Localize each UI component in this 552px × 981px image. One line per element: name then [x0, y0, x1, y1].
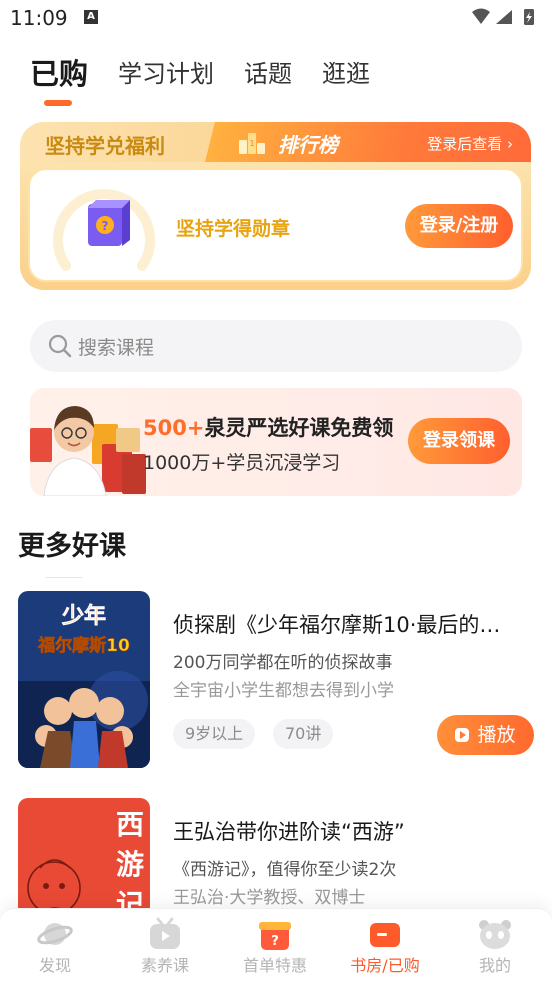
nav-item-literacy[interactable]: 素养课: [110, 909, 220, 981]
svg-text:?: ?: [102, 219, 109, 233]
nav-label: 我的: [478, 956, 511, 975]
search-placeholder: 搜索课程: [78, 337, 155, 359]
course-tag-age: 9岁以上: [173, 719, 256, 749]
claim-course-button[interactable]: 登录领课: [408, 418, 510, 464]
panda-icon: [479, 920, 511, 949]
bookshelf-icon: [370, 923, 400, 947]
nav-label: 发现: [38, 956, 71, 975]
nav-item-discover[interactable]: 发现: [0, 909, 110, 981]
tab-purchased[interactable]: 已购: [30, 56, 88, 92]
course-cover-image: 少年 福尔摩斯10: [18, 591, 150, 768]
course-description: 王弘治·大学教授、双博士: [173, 888, 366, 908]
course-item[interactable]: 少年 福尔摩斯10 侦探剧《少年福尔摩斯10·最后的… 200万同学都在听的侦探…: [18, 591, 538, 771]
perks-card: 坚持学兑福利 1 排行榜 登录后查看 › ? 坚持学得勋章 登录/注册: [20, 122, 531, 290]
tab-browse[interactable]: 逛逛: [322, 56, 370, 92]
tab-study-plan[interactable]: 学习计划: [118, 56, 214, 92]
promo-headline-text: 泉灵严选好课免费领: [204, 416, 394, 440]
gift-icon: ?: [259, 922, 291, 950]
course-subtitle: 200万同学都在听的侦探故事: [173, 653, 393, 673]
promo-headline: 500+泉灵严选好课免费领: [143, 412, 393, 442]
badge-icon: ?: [53, 189, 155, 271]
top-tabs: 已购 学习计划 话题 逛逛: [30, 52, 370, 92]
login-to-view-link[interactable]: 登录后查看 ›: [427, 133, 513, 154]
cover-char-2: 游: [116, 848, 144, 881]
wifi-icon: [472, 8, 490, 24]
svg-text:?: ?: [271, 934, 279, 949]
cover-title-line2: 福尔摩斯10: [37, 635, 130, 656]
play-button[interactable]: 播放: [437, 715, 534, 755]
section-title: 更多好课: [18, 531, 126, 562]
status-icons: [472, 8, 534, 25]
nav-item-me[interactable]: 我的: [440, 909, 550, 981]
perks-title: 坚持学兑福利: [45, 134, 165, 158]
status-bar: 11:09 A: [0, 0, 552, 36]
course-description: 全宇宙小学生都想去得到小学: [173, 681, 394, 701]
divider: [46, 577, 82, 578]
nav-label: 素养课: [140, 956, 189, 975]
login-register-button[interactable]: 登录/注册: [405, 204, 513, 248]
status-time: 11:09: [10, 6, 68, 30]
promo-banner[interactable]: 500+泉灵严选好课免费领 1000万+学员沉浸学习 登录领课: [30, 388, 522, 496]
search-icon: [48, 334, 72, 358]
notification-icon: A: [84, 10, 98, 24]
nav-item-bookshelf[interactable]: 书房/已购: [330, 909, 440, 981]
podium-icon: 1: [239, 133, 265, 154]
bottom-nav: 发现 素养课 ? 首单特惠 书房/已购 我的: [0, 908, 552, 981]
promo-subline: 1000万+学员沉浸学习: [143, 452, 341, 474]
course-title[interactable]: 侦探剧《少年福尔摩斯10·最后的…: [173, 609, 533, 639]
ranking-label[interactable]: 排行榜: [278, 129, 338, 158]
badge-label: 坚持学得勋章: [176, 218, 291, 240]
perks-header: 坚持学兑福利 1 排行榜 登录后查看 ›: [20, 122, 531, 162]
active-tab-indicator: [44, 100, 72, 106]
search-input[interactable]: 搜索课程: [30, 320, 522, 372]
promo-accent: 500+: [143, 416, 205, 440]
signal-icon: [496, 10, 512, 24]
play-label: 播放: [477, 724, 516, 746]
tab-topics[interactable]: 话题: [244, 56, 292, 92]
tv-icon: [150, 917, 180, 949]
nav-item-first-order-deal[interactable]: ? 首单特惠: [220, 909, 330, 981]
badge-panel: ? 坚持学得勋章 登录/注册: [28, 168, 523, 282]
teacher-with-books-illustration: [30, 406, 146, 496]
play-icon: [455, 728, 470, 742]
planet-icon: [37, 923, 73, 945]
nav-label: 首单特惠: [242, 956, 307, 975]
cover-char-1: 西: [116, 808, 144, 841]
course-title[interactable]: 王弘治带你进阶读“西游”: [173, 816, 533, 846]
course-subtitle: 《西游记》，值得你至少读2次: [173, 860, 397, 880]
cover-title-line1: 少年: [61, 603, 106, 629]
svg-text:1: 1: [249, 139, 254, 148]
nav-label: 书房/已购: [350, 956, 420, 975]
course-tag-lessons: 70讲: [273, 719, 334, 749]
